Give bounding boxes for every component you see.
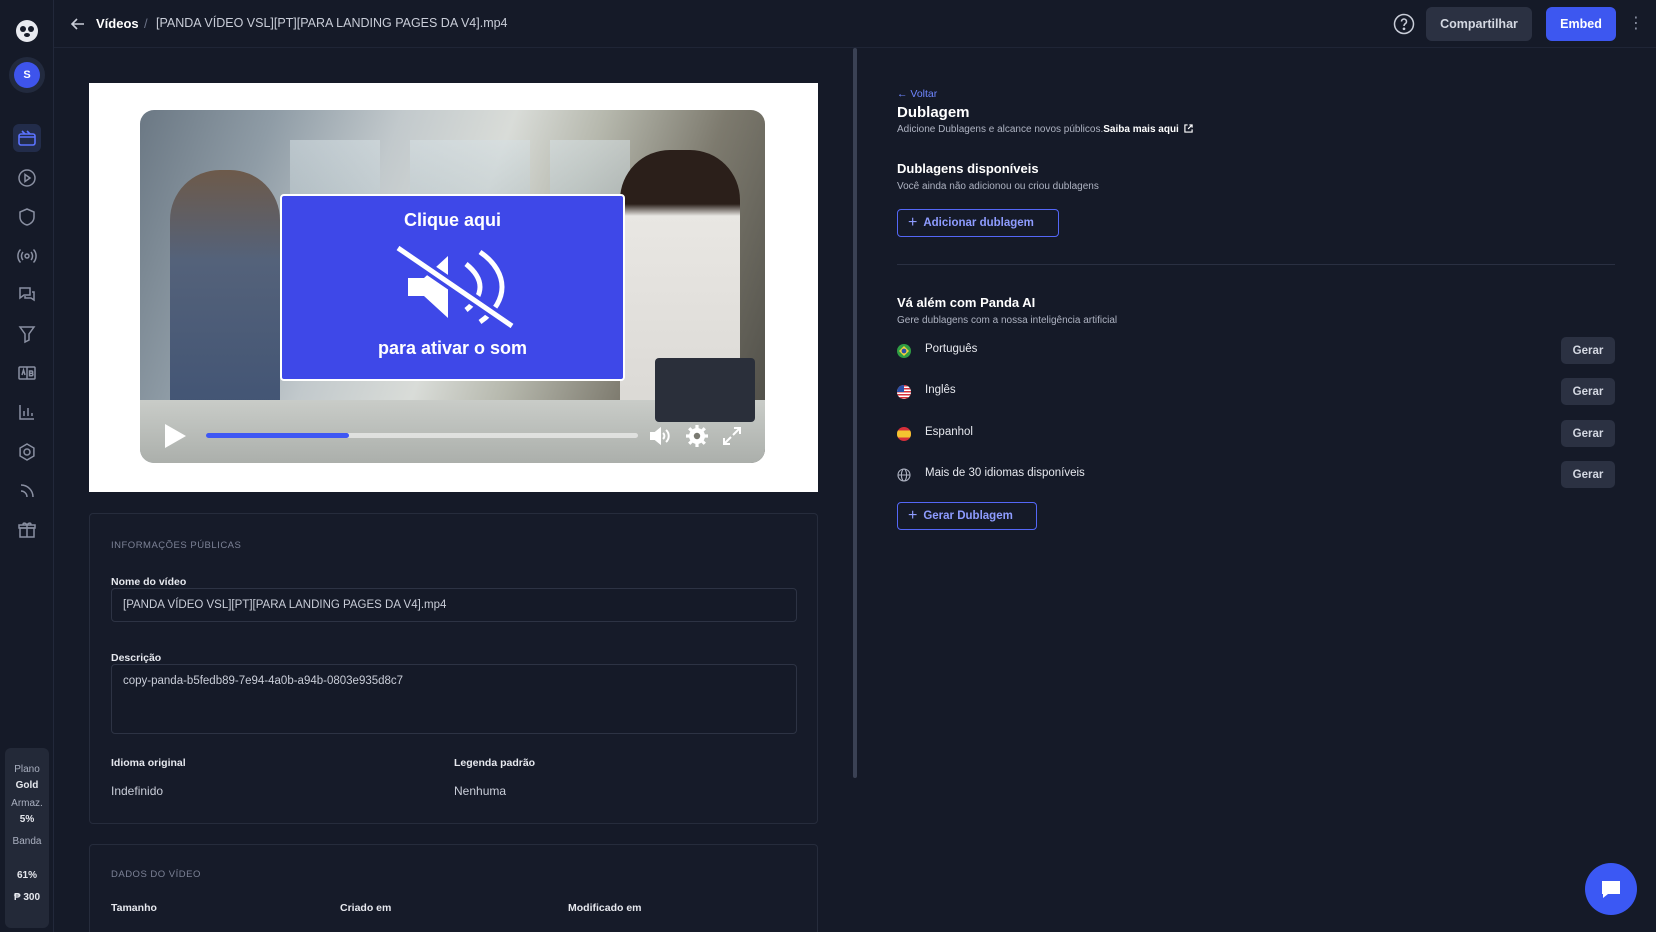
plan-label: Plano — [14, 764, 40, 775]
volume-icon[interactable] — [648, 424, 672, 448]
panda-ai-subtitle: Gere dublagens com a nossa inteligência … — [897, 315, 1118, 326]
back-link[interactable]: ← Voltar — [897, 88, 937, 100]
support-chat-button[interactable] — [1585, 863, 1637, 915]
breadcrumb-separator: / — [144, 16, 148, 31]
help-icon[interactable] — [1393, 13, 1415, 35]
language-name: Português — [925, 343, 978, 355]
video-preview-frame: Clique aqui para ativar o som — [89, 83, 818, 492]
video-player[interactable]: Clique aqui para ativar o som — [140, 110, 765, 463]
play-icon[interactable] — [162, 422, 188, 450]
breadcrumb-file: [PANDA VÍDEO VSL][PT][PARA LANDING PAGES… — [156, 16, 508, 30]
video-data-card: DADOS DO VÍDEO Tamanho Criado em Modific… — [89, 844, 818, 932]
topbar: Vídeos / [PANDA VÍDEO VSL][PT][PARA LAND… — [54, 0, 1656, 48]
available-dubbings-empty: Você ainda não adicionou ou criou dublag… — [897, 181, 1099, 192]
generate-portuguese-button[interactable]: Gerar — [1561, 337, 1615, 364]
plan-value: Gold — [15, 780, 39, 791]
player-controls — [140, 410, 765, 463]
generate-english-button[interactable]: Gerar — [1561, 378, 1615, 405]
language-name: Mais de 30 idiomas disponíveis — [925, 467, 1085, 479]
original-language-value[interactable]: Indefinido — [111, 784, 163, 798]
add-dubbing-button[interactable]: + Adicionar dublagem — [897, 209, 1059, 237]
breadcrumb-videos[interactable]: Vídeos — [96, 16, 139, 31]
storage-value: 5% — [19, 814, 35, 825]
live-icon[interactable] — [13, 242, 41, 270]
language-name: Inglês — [925, 384, 956, 396]
funnel-icon[interactable] — [13, 320, 41, 348]
dubbing-pane: ← Voltar Dublagem Adicione Dublagens e a… — [857, 48, 1656, 932]
overlay-bottom-text: para ativar o som — [377, 338, 528, 358]
sidebar: S Plano Gold Armaz. 5% Banda 61% ₱ 300 — [0, 0, 54, 932]
generate-dubbing-label: Gerar Dublagem — [923, 510, 1013, 522]
globe-icon — [897, 468, 911, 482]
back-arrow-icon[interactable] — [68, 14, 88, 34]
divider — [897, 264, 1615, 265]
language-row-more: Mais de 30 idiomas disponíveis Gerar — [897, 459, 1615, 489]
dubbing-subtitle: Adicione Dublagens e alcance novos públi… — [897, 124, 1193, 135]
public-info-card: INFORMAÇÕES PÚBLICAS Nome do vídeo [PAND… — [89, 513, 818, 824]
generate-spanish-button[interactable]: Gerar — [1561, 420, 1615, 447]
video-data-title: DADOS DO VÍDEO — [111, 869, 201, 880]
logo-icon[interactable] — [14, 18, 40, 44]
share-button[interactable]: Compartilhar — [1426, 7, 1532, 41]
progress-bar[interactable] — [206, 433, 638, 438]
progress-fill — [206, 433, 349, 438]
language-name: Espanhol — [925, 426, 973, 438]
public-info-title: INFORMAÇÕES PÚBLICAS — [111, 540, 242, 551]
panda-ai-title: Vá além com Panda AI — [897, 295, 1036, 310]
generate-dubbing-button[interactable]: + Gerar Dublagem — [897, 502, 1037, 530]
modified-label: Modificado em — [568, 902, 642, 914]
usa-flag-icon — [897, 385, 911, 399]
original-language-label: Idioma original — [111, 757, 186, 769]
plus-icon: + — [908, 214, 918, 231]
chat-icon[interactable] — [13, 281, 41, 309]
video-name-label: Nome do vídeo — [111, 576, 187, 588]
description-label: Descrição — [111, 652, 162, 664]
muted-speaker-icon — [392, 243, 516, 331]
dubbing-title: Dublagem — [897, 104, 970, 121]
analytics-icon[interactable] — [13, 398, 41, 426]
available-dubbings-title: Dublagens disponíveis — [897, 161, 1039, 176]
gear-icon[interactable] — [685, 424, 709, 448]
storage-label: Armaz. — [11, 798, 43, 809]
videos-icon[interactable] — [13, 124, 41, 152]
more-options-icon[interactable]: ⋮ — [1628, 14, 1644, 34]
bandwidth-label: Banda — [12, 836, 42, 847]
rss-icon[interactable] — [13, 477, 41, 505]
fullscreen-icon[interactable] — [720, 424, 744, 448]
bandwidth-value: 61% — [16, 870, 37, 881]
generate-more-languages-button[interactable]: Gerar — [1561, 461, 1615, 488]
ab-test-icon[interactable] — [13, 359, 41, 387]
overlay-top-text: Clique aqui — [403, 210, 501, 230]
player-icon[interactable] — [13, 164, 41, 192]
unmute-overlay[interactable]: Clique aqui para ativar o som — [280, 194, 625, 381]
add-dubbing-label: Adicionar dublagem — [923, 217, 1034, 229]
learn-more-link[interactable]: Saiba mais aqui — [1103, 124, 1179, 135]
shield-icon[interactable] — [13, 203, 41, 231]
credits-value: ₱ 300 — [13, 892, 41, 903]
chat-bubble-icon — [1602, 881, 1620, 898]
created-label: Criado em — [340, 902, 392, 914]
language-row-spanish: Espanhol Gerar — [897, 418, 1615, 448]
gift-icon[interactable] — [13, 516, 41, 544]
language-row-english: Inglês Gerar — [897, 376, 1615, 406]
brazil-flag-icon — [897, 344, 911, 358]
plus-icon: + — [908, 507, 918, 524]
spain-flag-icon — [897, 427, 911, 441]
default-subtitle-label: Legenda padrão — [454, 757, 536, 769]
settings-icon[interactable] — [13, 438, 41, 466]
avatar[interactable]: S — [14, 62, 40, 88]
language-row-portuguese: Português Gerar — [897, 335, 1615, 365]
plan-usage-card[interactable]: Plano Gold Armaz. 5% Banda 61% ₱ 300 — [5, 748, 49, 928]
dubbing-subtitle-text: Adicione Dublagens e alcance novos públi… — [897, 124, 1104, 135]
size-label: Tamanho — [111, 902, 157, 914]
description-textarea[interactable]: copy-panda-b5fedb89-7e94-4a0b-a94b-0803e… — [111, 664, 797, 734]
external-link-icon — [1183, 124, 1193, 133]
video-name-input[interactable]: [PANDA VÍDEO VSL][PT][PARA LANDING PAGES… — [111, 588, 797, 622]
default-subtitle-value[interactable]: Nenhuma — [454, 784, 506, 798]
embed-button[interactable]: Embed — [1546, 7, 1616, 41]
